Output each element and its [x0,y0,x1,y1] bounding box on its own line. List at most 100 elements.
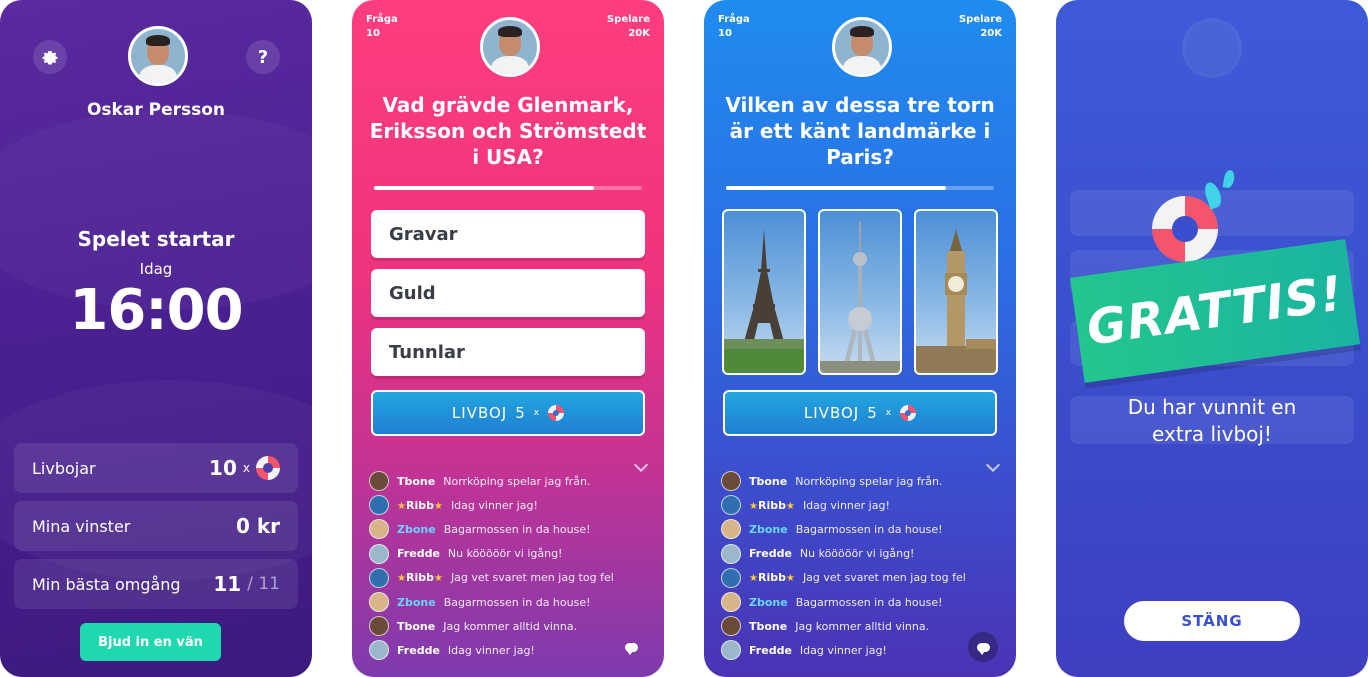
chat-avatar [369,592,389,613]
chat-username: Fredde [397,547,440,561]
quiz-screen-text: Fråga 10 Spelare 20K Vad grävde Glenmark… [352,0,664,677]
chat-bubble-icon [624,642,638,655]
chat-avatar [721,471,741,492]
chat-avatar [721,616,741,637]
player-counter: Spelare 20K [958,14,1002,39]
lifebuoy-icon [256,456,280,480]
chat-text: Jag kommer alltid vinna. [795,619,930,633]
winnings-value: 0 kr [235,514,280,538]
game-day-label: Idag [139,260,173,278]
chat-message: Fredde Nu kööööör vi igång! [721,542,1001,566]
chat-message: Zbone Bagarmossen in da house! [369,590,649,614]
chat-username: Tbone [749,474,788,488]
chat-feed: TboneNorrköping spelar jag från.RibbIdag… [369,469,649,663]
chat-text: Bagarmossen in da house! [795,595,943,609]
game-start-time: 16:00 [69,278,243,343]
stat-winnings: Mina vinster 0 kr [14,501,298,551]
big-ben-photo [916,229,996,373]
chat-username: Ribb [397,499,443,512]
lifebuoy-icon [900,405,917,421]
answer-image-big-ben[interactable] [914,209,998,375]
game-start-label: Spelet startar [77,227,235,251]
chat-feed: TboneNorrköping spelar jag från.RibbIdag… [721,469,1001,663]
multiplier: x [242,461,250,475]
chat-avatar [369,616,389,637]
chat-text: Jag kommer alltid vinna. [443,619,578,633]
user-avatar[interactable] [128,26,188,86]
congrats-message: Du har vunnit en extra livboj! [1127,395,1297,446]
gear-icon [42,51,58,65]
chat-message: Tbone Norrköping spelar jag från. [369,469,649,493]
chat-text: Bagarmossen in da house! [795,522,943,536]
chat-text: Bagarmossen in da house! [443,595,591,609]
chat-text: Nu kööööör vi igång! [799,547,915,561]
chat-message: Ribb Jag vet svaret men jag tog fel [721,566,1001,590]
chat-username: Zbone [749,595,788,609]
chat-message: Ribb Idag vinner jag! [721,493,1001,517]
host-avatar-blurred [1182,18,1242,78]
best-round-value: 11 [213,572,242,596]
settings-button[interactable] [33,40,67,74]
chat-username: Zbone [397,595,436,609]
close-button[interactable]: STÄNG [1124,601,1300,641]
chat-username: Tbone [749,619,788,633]
lifeline-count: 5 [515,404,526,422]
chat-username: Tbone [397,619,436,633]
chat-username: Zbone [397,522,436,536]
chat-message: Tbone Jag kommer alltid vinna. [369,614,649,638]
lifebuoy-icon [1152,196,1218,262]
player-counter: Spelare 20K [606,14,650,39]
chat-text: Bagarmossen in da house! [443,522,591,536]
chat-avatar [369,519,389,540]
question-text: Vilken av dessa tre torn är ett känt lan… [725,93,995,169]
answer-option-2[interactable]: Guld [371,269,645,317]
chat-text: Idag vinner jag! [799,643,887,657]
chat-message: Tbone Norrköping spelar jag från. [721,469,1001,493]
oriental-pearl-tower-photo [820,221,900,373]
chat-button[interactable] [968,632,998,662]
chat-text: Jag vet svaret men jag tog fel [450,571,614,585]
home-screen: ? Oskar Persson Spelet startar Idag 16:0… [0,0,312,677]
answer-image-eiffel-tower[interactable] [722,209,806,375]
lifeline-button[interactable]: LIVBOJ 5 x [371,390,645,436]
chat-avatar [721,640,741,661]
chat-avatar [369,471,389,492]
invite-friend-button[interactable]: Bjud in en vän [80,623,221,661]
lifeline-button[interactable]: LIVBOJ 5 x [723,390,997,436]
lifebuoy-icon [548,405,565,421]
stat-lifelines: Livbojar 10 x [14,443,298,493]
quiz-screen-images: Fråga 10 Spelare 20K Vilken av dessa tre… [704,0,1016,677]
chat-username: Fredde [749,643,792,657]
host-avatar [832,17,892,77]
chat-username: Tbone [397,474,436,488]
chat-message: Ribb Jag vet svaret men jag tog fel [369,566,649,590]
congrats-screen: GRATTIS! Du har vunnit en extra livboj! … [1056,0,1368,677]
multiplier: x [885,408,893,418]
help-button[interactable]: ? [246,40,280,74]
chat-avatar [369,640,389,661]
chat-message: Zbone Bagarmossen in da house! [721,517,1001,541]
timer-progress [374,186,642,190]
chat-message: Tbone Jag kommer alltid vinna. [721,614,1001,638]
chat-button[interactable] [616,632,646,662]
chat-username: Ribb [397,571,443,584]
question-counter: Fråga 10 [718,14,750,39]
chat-message: Fredde Idag vinner jag! [369,638,649,662]
chat-text: Idag vinner jag! [802,498,890,512]
answer-option-1[interactable]: Gravar [371,210,645,258]
chat-username: Fredde [397,643,440,657]
chat-message: Zbone Bagarmossen in da house! [369,517,649,541]
eiffel-tower-photo [724,229,804,373]
chat-message: Fredde Nu kööööör vi igång! [369,542,649,566]
help-icon: ? [257,46,269,68]
chat-username: Fredde [749,547,792,561]
chat-avatar [369,567,389,588]
chat-avatar [369,543,389,564]
host-avatar [480,17,540,77]
answer-option-3[interactable]: Tunnlar [371,328,645,376]
question-counter: Fråga 10 [366,14,398,39]
stat-best-round: Min bästa omgång 11 / 11 [14,559,298,609]
chat-username: Ribb [749,571,795,584]
answer-image-pearl-tower[interactable] [818,209,902,375]
stat-label: Mina vinster [32,516,131,536]
